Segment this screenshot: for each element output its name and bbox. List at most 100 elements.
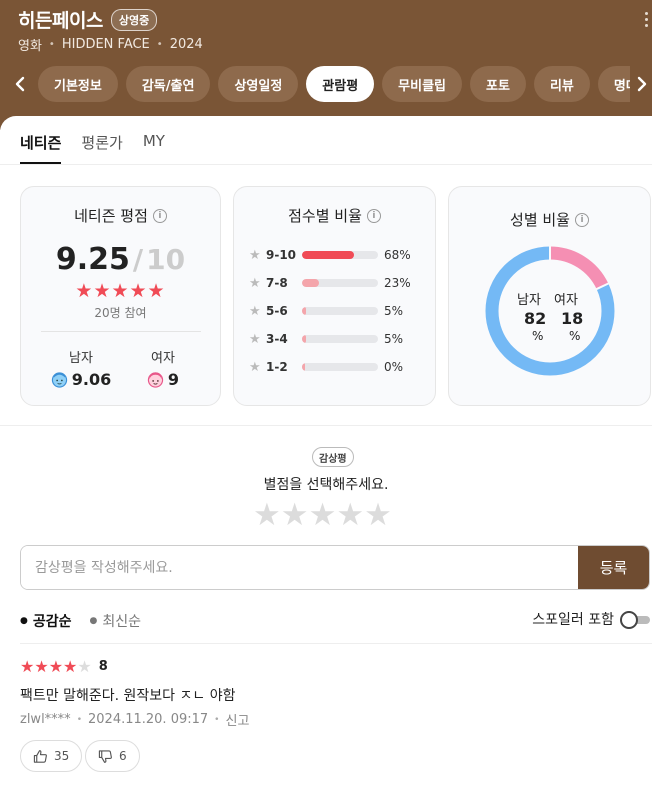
distribution-row: ★ 1-2 0% bbox=[249, 358, 424, 376]
spoiler-toggle[interactable] bbox=[620, 610, 650, 629]
movie-header: 히든페이스 상영중 영화 • HIDDEN FACE • 2024 기본정보 감독… bbox=[0, 0, 652, 130]
review-stars-empty: ★ bbox=[77, 657, 92, 676]
female-label: 여자 bbox=[151, 351, 175, 366]
female-face-icon bbox=[147, 372, 164, 388]
donut-female-label: 여자 bbox=[554, 293, 578, 308]
review-text: 팩트만 말해준다. 원작보다 ㅈㄴ 야함 bbox=[20, 688, 236, 704]
rating-prompt: 별점을 선택해주세요. bbox=[263, 477, 389, 493]
separator-dot: • bbox=[48, 39, 55, 50]
comment-box: 등록 bbox=[20, 545, 650, 590]
star-icon: ★ bbox=[249, 331, 261, 347]
thumbs-down-icon bbox=[98, 749, 112, 763]
review-stars-filled: ★★★★ bbox=[20, 657, 78, 676]
score-bar-fill bbox=[302, 307, 306, 315]
sort-by-likes[interactable]: ● 공감순 bbox=[20, 611, 72, 631]
score-bar bbox=[302, 363, 378, 371]
gender-ratio-card: 성별 비율 i 남자 여자 82 18 % % bbox=[448, 186, 651, 406]
score-bar bbox=[302, 251, 378, 259]
average-score: 9.25/10 bbox=[21, 242, 220, 277]
review-input[interactable] bbox=[21, 546, 578, 589]
score-bar bbox=[302, 335, 378, 343]
review-badge: 감상평 bbox=[312, 447, 354, 467]
title-row: 히든페이스 상영중 bbox=[18, 6, 158, 33]
info-icon[interactable]: i bbox=[152, 208, 167, 223]
star-icon: ★ bbox=[249, 359, 261, 375]
score-bar-fill bbox=[302, 335, 306, 343]
star-icon: ★ bbox=[249, 303, 261, 319]
dislike-count: 6 bbox=[119, 749, 127, 763]
submit-button[interactable]: 등록 bbox=[578, 546, 649, 589]
subtab-netizen[interactable]: 네티즌 bbox=[20, 130, 62, 164]
star-icon: ★ bbox=[249, 275, 261, 291]
score-separator: / bbox=[132, 243, 144, 276]
review-date: 2024.11.20. 09:17 bbox=[88, 712, 209, 727]
distribution-row: ★ 5-6 5% bbox=[249, 302, 424, 320]
donut-male-label: 남자 bbox=[517, 293, 541, 308]
donut-center-text: 남자 여자 82 18 % % bbox=[484, 245, 616, 377]
score-bar bbox=[302, 307, 378, 315]
score-percent: 23% bbox=[384, 276, 411, 290]
tab-3[interactable]: 관람평 bbox=[306, 66, 375, 102]
movie-subtitle: 영화 • HIDDEN FACE • 2024 bbox=[18, 35, 203, 54]
netizen-score-card: 네티즌 평점 i 9.25/10 ★★★★★ 20명 참여 남자 9.06 여자… bbox=[20, 186, 221, 406]
spoiler-label: 스포일러 포함 bbox=[532, 612, 614, 628]
section-divider bbox=[0, 425, 652, 426]
score-bar bbox=[302, 279, 378, 287]
male-label: 남자 bbox=[69, 351, 93, 366]
tab-7[interactable]: 명대사 bbox=[597, 66, 630, 102]
tab-1[interactable]: 감독/출연 bbox=[125, 66, 211, 102]
report-link[interactable]: 신고 bbox=[225, 710, 249, 729]
card-divider bbox=[41, 331, 201, 332]
info-icon[interactable]: i bbox=[366, 208, 381, 223]
participants-count: 20명 참여 bbox=[94, 306, 147, 320]
score-bar-fill bbox=[302, 251, 354, 259]
female-score: 여자 9 bbox=[123, 347, 203, 389]
tab-4[interactable]: 무비클립 bbox=[382, 66, 463, 102]
donut-male-unit: % bbox=[532, 329, 544, 343]
score-range: 9-10 bbox=[266, 248, 297, 262]
male-score-value: 9.06 bbox=[71, 370, 112, 389]
tab-5[interactable]: 포토 bbox=[470, 66, 526, 102]
score-percent: 5% bbox=[384, 332, 404, 346]
tab-6[interactable]: 리뷰 bbox=[533, 66, 590, 102]
score-range: 1-2 bbox=[266, 360, 288, 374]
score-bar-fill bbox=[302, 363, 306, 371]
tab-0[interactable]: 기본정보 bbox=[38, 66, 118, 102]
like-button[interactable]: 35 bbox=[20, 740, 83, 772]
movie-title: 히든페이스 bbox=[18, 10, 103, 32]
female-score-value: 9 bbox=[167, 370, 180, 389]
list-divider bbox=[20, 643, 652, 644]
male-face-icon bbox=[51, 372, 67, 388]
netizen-score-title: 네티즌 평점 bbox=[74, 207, 148, 225]
info-icon[interactable]: i bbox=[574, 212, 589, 227]
tab-2[interactable]: 상영일정 bbox=[218, 66, 299, 102]
distribution-title: 점수별 비율 bbox=[288, 207, 362, 225]
separator-dot: • bbox=[156, 39, 163, 50]
subtab-critic[interactable]: 평론가 bbox=[81, 130, 122, 164]
score-bar-fill bbox=[302, 279, 320, 287]
gender-ratio-title: 성별 비율 bbox=[510, 211, 570, 229]
tab-list: 기본정보감독/출연상영일정관람평무비클립포토리뷰명대사 bbox=[38, 64, 630, 104]
card-title: 점수별 비율 i bbox=[234, 205, 435, 226]
thumbs-up-icon bbox=[33, 749, 47, 763]
more-options-icon[interactable] bbox=[643, 12, 649, 32]
distribution-row: ★ 7-8 23% bbox=[249, 274, 424, 292]
subtab-my[interactable]: MY bbox=[143, 130, 165, 164]
review-score: 8 bbox=[98, 659, 108, 674]
rating-star-selector[interactable]: ★★★★★ bbox=[253, 497, 392, 533]
score-max: 10 bbox=[146, 243, 186, 276]
male-score: 남자 9.06 bbox=[41, 347, 121, 389]
score-percent: 68% bbox=[384, 248, 411, 262]
score-stars: ★★★★★ bbox=[75, 280, 166, 302]
sort-by-latest[interactable]: ● 최신순 bbox=[90, 611, 142, 631]
like-count: 35 bbox=[54, 749, 70, 763]
release-year: 2024 bbox=[169, 37, 203, 52]
review-author: zlwl**** bbox=[20, 712, 71, 727]
score-range: 7-8 bbox=[266, 276, 288, 290]
dislike-button[interactable]: 6 bbox=[85, 740, 140, 772]
chevron-left-icon[interactable] bbox=[10, 72, 30, 96]
category-tabs: 기본정보감독/출연상영일정관람평무비클립포토리뷰명대사 bbox=[0, 64, 652, 104]
score-percent: 5% bbox=[384, 304, 404, 318]
card-title: 성별 비율 i bbox=[449, 209, 650, 230]
chevron-right-icon[interactable] bbox=[632, 72, 652, 96]
